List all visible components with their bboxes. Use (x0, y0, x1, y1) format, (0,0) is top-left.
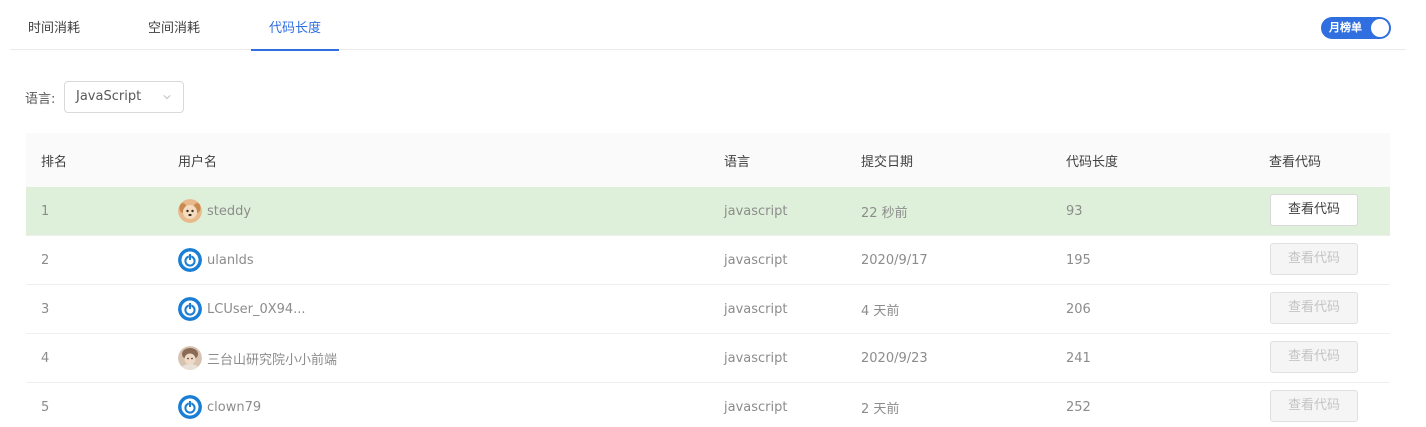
view-code-button[interactable]: 查看代码 (1270, 390, 1358, 422)
ranking-table: 排名 用户名 语言 提交日期 代码长度 查看代码 1 steddy javasc… (26, 133, 1390, 427)
table-row: 4 三台山研究院小小前端 javascript 2020/9/23 241 查看… (26, 334, 1390, 383)
language-cell: javascript (724, 399, 788, 415)
table-row: 1 steddy javascript 22 秒前 93 查看代码 (26, 187, 1390, 236)
username[interactable]: ulanlds (207, 253, 254, 268)
username[interactable]: clown79 (207, 400, 261, 415)
header-language: 语言 (724, 154, 751, 170)
language-cell: javascript (724, 301, 788, 317)
tab-space[interactable]: 空间消耗 (134, 0, 214, 50)
view-code-button[interactable]: 查看代码 (1270, 194, 1358, 226)
user-cell: 三台山研究院小小前端 (178, 334, 337, 382)
language-cell: javascript (724, 350, 788, 366)
photo-avatar-icon[interactable] (178, 346, 202, 370)
table-row: 2 ulanlds javascript 2020/9/17 195 查看代码 (26, 236, 1390, 285)
user-cell: ulanlds (178, 236, 254, 284)
header-user: 用户名 (178, 154, 218, 170)
chevron-down-icon (163, 95, 171, 100)
language-select[interactable]: JavaScript (64, 81, 184, 113)
header-view-code: 查看代码 (1269, 154, 1322, 170)
date-cell: 4 天前 (861, 303, 900, 319)
power-avatar-icon[interactable] (178, 297, 202, 321)
monthly-ranking-toggle[interactable]: 月榜单 (1321, 17, 1391, 39)
username[interactable]: 三台山研究院小小前端 (207, 349, 337, 368)
tab-code-length[interactable]: 代码长度 (251, 0, 339, 51)
rank-cell: 5 (41, 399, 50, 415)
view-code-button[interactable]: 查看代码 (1270, 341, 1358, 373)
header-date: 提交日期 (861, 154, 914, 170)
header-code-length: 代码长度 (1066, 154, 1119, 170)
date-cell: 22 秒前 (861, 205, 908, 221)
user-cell: LCUser_0X94... (178, 285, 306, 333)
language-cell: javascript (724, 252, 788, 268)
toggle-label: 月榜单 (1329, 21, 1362, 34)
rank-cell: 4 (41, 350, 50, 366)
power-avatar-icon[interactable] (178, 248, 202, 272)
code-length-cell: 195 (1066, 252, 1091, 268)
user-cell: clown79 (178, 383, 261, 427)
code-length-cell: 206 (1066, 301, 1091, 317)
code-length-cell: 93 (1066, 203, 1083, 219)
rank-cell: 1 (41, 203, 50, 219)
code-length-cell: 241 (1066, 350, 1091, 366)
language-select-value: JavaScript (76, 89, 142, 104)
toggle-knob (1371, 19, 1389, 37)
rank-cell: 2 (41, 252, 50, 268)
dog-avatar-icon[interactable] (178, 199, 202, 223)
user-cell: steddy (178, 187, 251, 235)
rank-cell: 3 (41, 301, 50, 317)
table-row: 3 LCUser_0X94... javascript 4 天前 206 查看代… (26, 285, 1390, 334)
language-cell: javascript (724, 203, 788, 219)
view-code-button[interactable]: 查看代码 (1270, 243, 1358, 275)
username[interactable]: LCUser_0X94... (207, 302, 306, 317)
table-row: 5 clown79 javascript 2 天前 252 查看代码 (26, 383, 1390, 427)
view-code-button[interactable]: 查看代码 (1270, 292, 1358, 324)
tab-time[interactable]: 时间消耗 (14, 0, 94, 50)
header-rank: 排名 (41, 154, 68, 170)
tab-bar: 时间消耗 空间消耗 代码长度 (10, 0, 1406, 51)
power-avatar-icon[interactable] (178, 395, 202, 419)
date-cell: 2 天前 (861, 401, 900, 417)
date-cell: 2020/9/17 (861, 252, 928, 268)
date-cell: 2020/9/23 (861, 350, 928, 366)
username[interactable]: steddy (207, 204, 251, 219)
language-filter-label: 语言: (25, 92, 56, 107)
table-header: 排名 用户名 语言 提交日期 代码长度 查看代码 (26, 133, 1390, 187)
code-length-cell: 252 (1066, 399, 1091, 415)
